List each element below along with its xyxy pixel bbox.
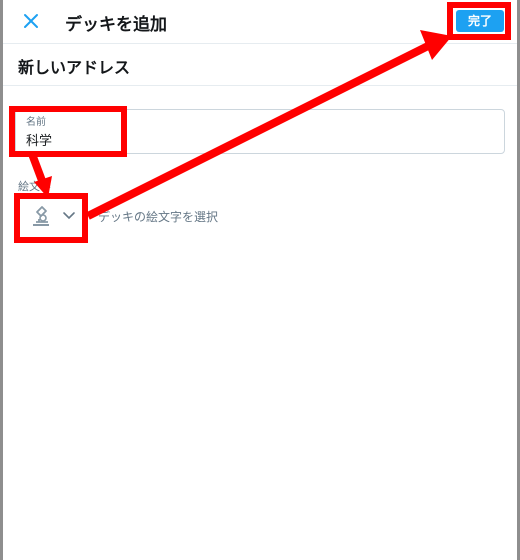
name-field-label: 名前 xyxy=(26,117,46,128)
emoji-hint: デッキの絵文字を選択 xyxy=(98,210,219,224)
dialog-title: デッキを追加 xyxy=(65,15,167,35)
close-button[interactable] xyxy=(19,9,43,33)
dialog-header: デッキを追加 完了 xyxy=(3,0,517,44)
divider xyxy=(3,85,517,86)
emoji-select[interactable] xyxy=(29,203,81,229)
name-field[interactable]: 名前 科学 xyxy=(15,109,505,154)
done-button[interactable]: 完了 xyxy=(456,10,504,32)
microscope-icon xyxy=(33,206,49,226)
chevron-down-icon xyxy=(63,212,75,220)
add-deck-dialog: デッキを追加 完了 新しいアドレス 名前 科学 絵文字 デッキの絵文字を選択 xyxy=(3,0,517,560)
section-title: 新しいアドレス xyxy=(18,58,131,77)
name-field-value[interactable]: 科学 xyxy=(26,130,52,149)
close-icon xyxy=(24,14,38,28)
emoji-label: 絵文字 xyxy=(18,180,51,193)
